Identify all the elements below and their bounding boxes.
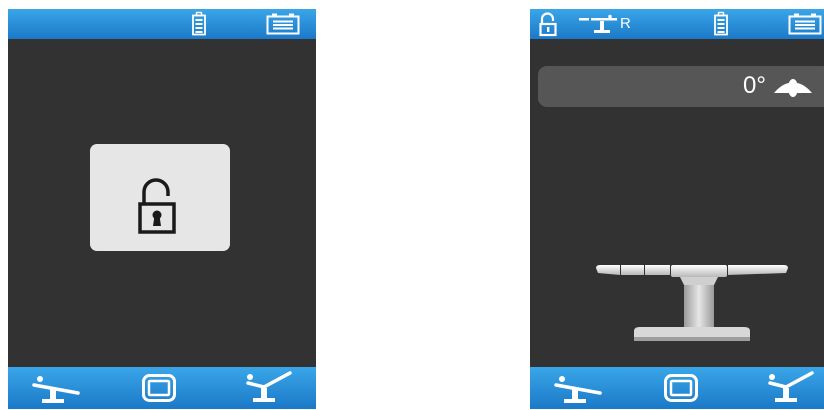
lateral-tilt-icon xyxy=(773,77,813,97)
screen-mode-icon[interactable] xyxy=(142,374,176,402)
plug-battery-icon xyxy=(788,13,822,35)
status-bar xyxy=(8,9,316,39)
table-flat-icon[interactable] xyxy=(32,373,80,405)
battery-icon xyxy=(192,11,206,36)
bottom-nav-bar xyxy=(8,367,316,409)
tilt-angle-value: 0° xyxy=(743,72,766,99)
table-flat-icon[interactable] xyxy=(554,373,602,405)
tilt-angle-bar[interactable]: 0° xyxy=(538,66,824,107)
table-side-label: R xyxy=(620,15,631,32)
unlocked-padlock-icon xyxy=(138,174,182,234)
table-flex-icon[interactable] xyxy=(766,371,816,405)
left-device-screen xyxy=(8,9,316,409)
unlock-panel[interactable] xyxy=(90,144,230,251)
bottom-nav-bar xyxy=(530,367,824,409)
unlocked-padlock-icon xyxy=(539,12,559,37)
battery-icon xyxy=(714,11,728,36)
table-side-icon xyxy=(578,14,618,35)
status-bar: R xyxy=(530,9,824,39)
right-device-screen: R 0° xyxy=(530,9,824,409)
operating-table-illustration xyxy=(594,263,790,347)
table-flex-icon[interactable] xyxy=(244,371,294,405)
screen-mode-icon[interactable] xyxy=(664,374,698,402)
plug-battery-icon xyxy=(266,13,300,35)
